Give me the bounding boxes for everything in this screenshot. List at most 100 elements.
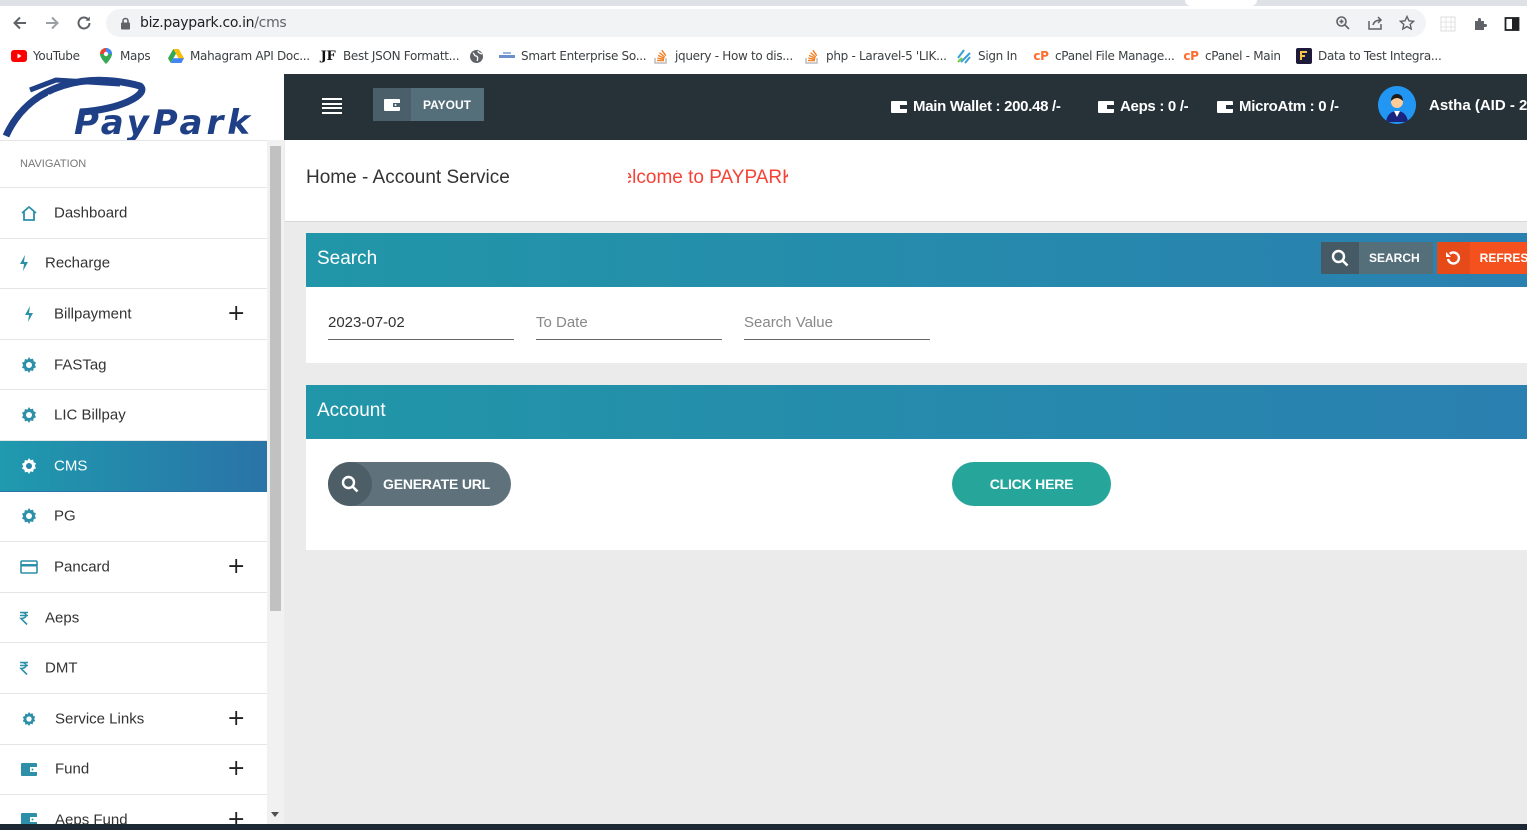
bookmark-laravel[interactable]: php - Laravel-5 'LIK... (804, 47, 947, 65)
logo-text: PayPark (74, 103, 254, 140)
sidebar-item-label: Billpayment (54, 305, 132, 323)
sidebar-item-billpayment[interactable]: Billpayment + (0, 289, 267, 340)
expand-icon[interactable]: + (227, 758, 245, 780)
avatar[interactable] (1378, 86, 1416, 124)
aeps-wallet-balance[interactable]: Aeps : 0 /- (1097, 98, 1189, 115)
bookmark-maps[interactable]: Maps (98, 47, 151, 65)
main-wallet-label: Main Wallet : 200.48 /- (913, 98, 1061, 115)
sidebar-item-pancard[interactable]: Pancard + (0, 542, 267, 593)
stackoverflow-icon (653, 48, 669, 64)
bookmark-label: YouTube (33, 49, 80, 63)
sidebar-item-lic-billpay[interactable]: LIC Billpay (0, 390, 267, 441)
sidebar-item-aeps-fund[interactable]: Aeps Fund + (0, 795, 267, 824)
bookmark-sign-in[interactable]: Sign In (956, 47, 1017, 65)
sidebar-item-label: Recharge (45, 254, 111, 272)
taskbar-edge (0, 824, 1527, 830)
microatm-wallet-balance[interactable]: MicroAtm : 0 /- (1216, 98, 1339, 115)
sidebar-item-label: CMS (54, 457, 88, 475)
account-card-title: Account (317, 400, 386, 421)
scroll-down-icon[interactable] (271, 812, 279, 817)
bookmark-cpanel-file-manager[interactable]: cP cPanel File Manage... (1033, 47, 1175, 65)
to-date-field[interactable] (536, 307, 722, 340)
bookmark-star-icon[interactable] (1398, 14, 1416, 32)
data-test-icon (1296, 48, 1312, 64)
sidebar-item-label: Aeps (45, 609, 80, 627)
reload-button[interactable] (72, 11, 96, 35)
search-value-input[interactable] (744, 307, 930, 337)
globe-icon (468, 48, 484, 64)
refresh-button[interactable]: REFRESH (1437, 242, 1527, 274)
sidebar-item-label: Service Links (55, 710, 145, 728)
expand-icon[interactable]: + (227, 808, 245, 824)
bolt-icon (15, 254, 33, 272)
back-button[interactable] (8, 11, 32, 35)
bookmark-jquery[interactable]: jquery - How to dis... (653, 47, 793, 65)
search-card-header: Search SEARCH REFRESH (306, 233, 1527, 287)
from-date-input[interactable] (328, 307, 514, 337)
wallet-icon (20, 811, 38, 824)
bookmark-label: Sign In (978, 49, 1018, 63)
forward-arrow-icon (46, 16, 59, 30)
main-wallet-balance[interactable]: Main Wallet : 200.48 /- (890, 98, 1061, 115)
sidebar-item-fund[interactable]: Fund + (0, 745, 267, 796)
scrollbar-thumb[interactable] (270, 146, 281, 611)
forward-button[interactable] (40, 11, 64, 35)
navigation-heading: NAVIGATION (0, 141, 267, 188)
bookmark-label: cPanel File Manage... (1055, 49, 1175, 63)
search-value-field[interactable] (744, 307, 930, 340)
sidebar-item-dmt[interactable]: DMT (0, 643, 267, 694)
card-icon (20, 558, 38, 576)
sidebar-scrollbar[interactable] (267, 140, 284, 824)
search-button[interactable]: SEARCH (1321, 242, 1433, 274)
breadcrumb: Home - Account Service (306, 167, 510, 188)
click-here-button[interactable]: CLICK HERE (952, 462, 1111, 506)
puzzle-extensions-icon[interactable] (1471, 15, 1489, 33)
user-avatar-icon (1378, 86, 1416, 124)
expand-icon[interactable]: + (227, 302, 245, 325)
logo[interactable]: PayPark (0, 74, 284, 140)
bookmark-mahagram[interactable]: Mahagram API Doc... (168, 47, 310, 65)
sidebar-item-fastag[interactable]: FASTag (0, 340, 267, 391)
bookmark-json-formatter[interactable]: JF Best JSON Formatt... (319, 47, 460, 65)
bookmark-data-test[interactable]: Data to Test Integra... (1296, 47, 1442, 65)
from-date-field[interactable] (328, 307, 514, 340)
sidebar-item-cms[interactable]: CMS (0, 440, 267, 492)
menu-toggle-icon[interactable] (322, 98, 342, 114)
sidebar-item-label: LIC Billpay (54, 406, 126, 424)
sidebar-item-service-links[interactable]: Service Links + (0, 694, 267, 745)
aeps-wallet-label: Aeps : 0 /- (1120, 98, 1189, 115)
lock-icon (121, 17, 130, 30)
search-card-title: Search (317, 248, 378, 269)
payout-label: PAYOUT (423, 97, 472, 112)
sidebar-item-label: Dashboard (54, 204, 128, 222)
generate-url-button[interactable]: GENERATE URL (328, 462, 511, 506)
address-bar[interactable]: biz.paypark.co.in/cms (106, 9, 1426, 37)
bookmark-globe[interactable] (468, 47, 490, 65)
wallet-icon (1098, 100, 1114, 113)
expand-icon[interactable]: + (227, 555, 245, 578)
reload-icon (77, 16, 91, 30)
bookmark-smart-enterprise[interactable]: Smart Enterprise So... (499, 47, 647, 65)
extension-grid-icon[interactable] (1439, 15, 1457, 33)
bookmark-label: Smart Enterprise So... (521, 49, 647, 63)
share-icon[interactable] (1366, 14, 1384, 32)
address-bar-row: biz.paypark.co.in/cms (0, 6, 1527, 40)
user-name[interactable]: Astha (AID - 2 (1429, 97, 1527, 114)
bookmark-label: Best JSON Formatt... (343, 49, 460, 63)
bookmark-cpanel-main[interactable]: cP cPanel - Main (1183, 47, 1281, 65)
gear-icon (20, 710, 38, 728)
rupee-icon (15, 609, 33, 627)
sidebar-item-aeps[interactable]: Aeps (0, 593, 267, 644)
to-date-input[interactable] (536, 307, 722, 337)
sidebar-item-dashboard[interactable]: Dashboard (0, 188, 267, 239)
wallet-icon (891, 100, 907, 113)
sidebar-item-recharge[interactable]: Recharge (0, 239, 267, 290)
wallet-icon (20, 760, 38, 778)
bookmark-label: php - Laravel-5 'LIK... (826, 49, 947, 63)
expand-icon[interactable]: + (227, 707, 245, 730)
zoom-icon[interactable] (1334, 14, 1352, 32)
sidebar-item-pg[interactable]: PG (0, 492, 267, 543)
payout-button[interactable]: PAYOUT (373, 88, 484, 121)
bookmark-youtube[interactable]: YouTube (11, 47, 80, 65)
side-panel-icon[interactable] (1503, 15, 1521, 33)
